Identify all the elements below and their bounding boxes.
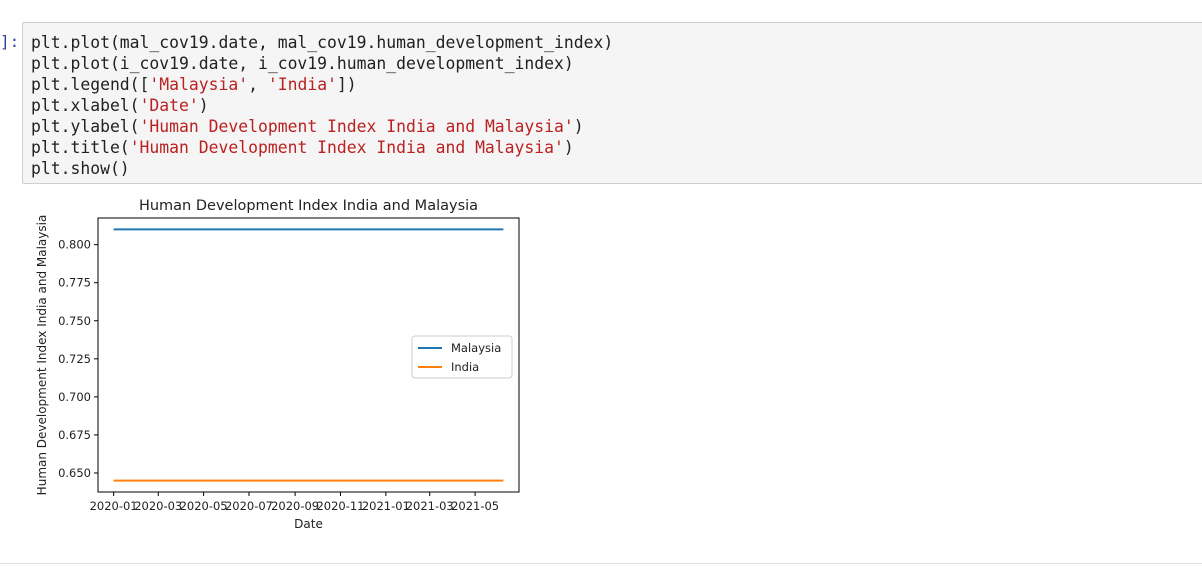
code-token: plt.ylabel( xyxy=(31,117,140,136)
x-tick-label: 2020-09 xyxy=(271,499,319,513)
cell-prompt: ]: xyxy=(0,32,20,51)
code-token: plt.plot(i_cov19.date, i_cov19.human_dev… xyxy=(31,54,574,73)
y-tick-label: 0.725 xyxy=(58,352,91,366)
line-chart-figure: Human Development Index India and Malays… xyxy=(35,198,520,531)
x-axis-label: Date xyxy=(294,517,323,531)
code-editor[interactable]: plt.plot(mal_cov19.date, mal_cov19.human… xyxy=(31,32,613,179)
code-string-token: 'Date' xyxy=(139,96,199,115)
code-line: plt.plot(i_cov19.date, i_cov19.human_dev… xyxy=(31,53,613,74)
output-area: Human Development Index India and Malays… xyxy=(0,190,1202,540)
code-token: plt.xlabel( xyxy=(31,96,140,115)
code-line: plt.show() xyxy=(31,158,613,179)
code-string-token: 'Malaysia' xyxy=(149,75,249,94)
code-line: plt.legend(['Malaysia', 'India']) xyxy=(31,74,613,95)
code-token: ) xyxy=(198,96,209,115)
code-line: plt.ylabel('Human Development Index Indi… xyxy=(31,116,613,137)
x-tick-label: 2020-07 xyxy=(225,499,273,513)
legend-label-india: India xyxy=(451,360,479,374)
code-token: plt.show() xyxy=(31,159,130,178)
y-tick-label: 0.675 xyxy=(58,428,91,442)
chart-title: Human Development Index India and Malays… xyxy=(139,198,478,214)
code-string-token: 'Human Development Index India and Malay… xyxy=(139,117,574,136)
code-token: plt.legend([ xyxy=(31,75,150,94)
code-token: ]) xyxy=(336,75,357,94)
x-tick-label: 2020-11 xyxy=(316,499,364,513)
x-tick-label: 2020-01 xyxy=(90,499,138,513)
code-token: ) xyxy=(573,117,584,136)
cell-divider xyxy=(0,563,1202,564)
code-token: , xyxy=(248,75,268,94)
code-line: plt.plot(mal_cov19.date, mal_cov19.human… xyxy=(31,32,613,53)
x-tick-label: 2020-05 xyxy=(180,499,228,513)
x-tick-label: 2020-03 xyxy=(134,499,182,513)
x-tick-label: 2021-01 xyxy=(362,499,410,513)
y-tick-label: 0.775 xyxy=(58,276,91,290)
code-cell[interactable]: plt.plot(mal_cov19.date, mal_cov19.human… xyxy=(22,22,1202,184)
code-token: plt.title( xyxy=(31,138,130,157)
code-token: plt.plot(mal_cov19.date, mal_cov19.human… xyxy=(31,33,614,52)
code-token: ) xyxy=(563,138,574,157)
y-tick-label: 0.650 xyxy=(58,466,91,480)
legend-label-malaysia: Malaysia xyxy=(451,341,501,355)
y-tick-label: 0.750 xyxy=(58,314,91,328)
notebook-page: ]: plt.plot(mal_cov19.date, mal_cov19.hu… xyxy=(0,0,1202,566)
y-axis-label: Human Development Index India and Malays… xyxy=(35,215,49,496)
code-string-token: 'India' xyxy=(267,75,337,94)
code-line: plt.xlabel('Date') xyxy=(31,95,613,116)
x-tick-label: 2021-05 xyxy=(451,499,499,513)
code-line: plt.title('Human Development Index India… xyxy=(31,137,613,158)
code-string-token: 'Human Development Index India and Malay… xyxy=(129,138,564,157)
y-tick-label: 0.700 xyxy=(58,390,91,404)
x-tick-label: 2021-03 xyxy=(406,499,454,513)
y-tick-label: 0.800 xyxy=(58,238,91,252)
